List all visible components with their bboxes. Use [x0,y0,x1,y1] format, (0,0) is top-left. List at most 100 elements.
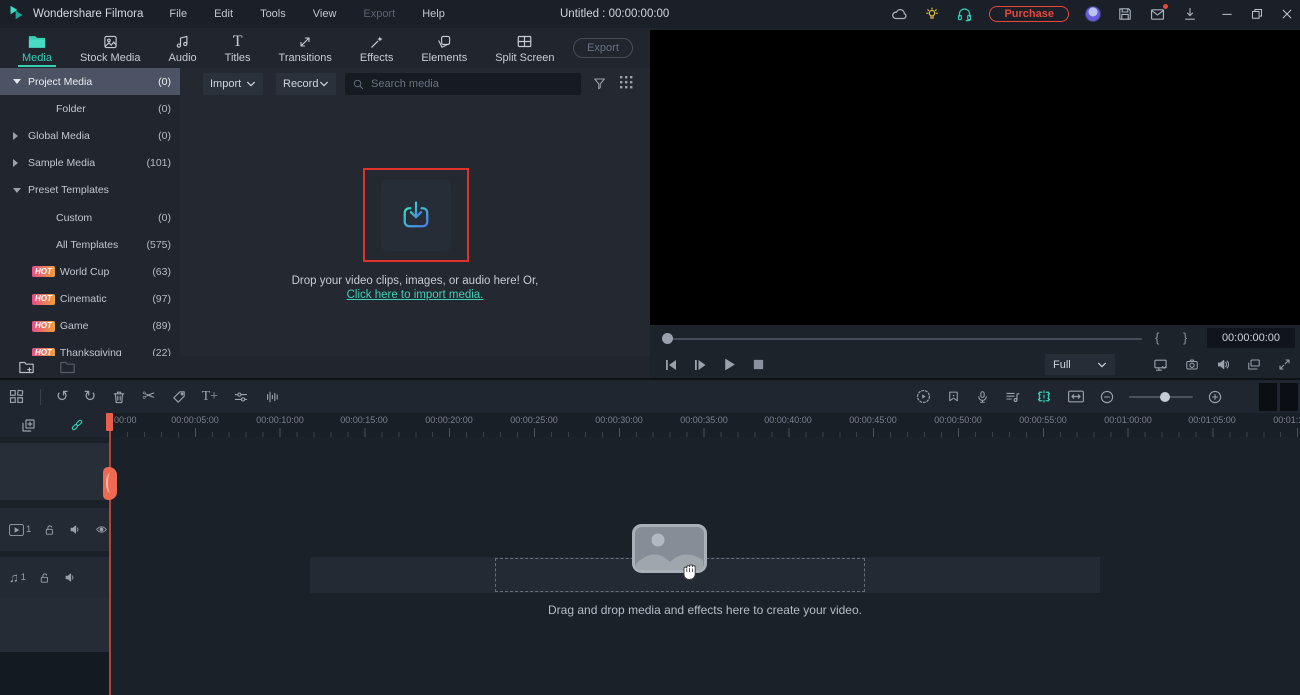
eye-icon[interactable] [94,523,109,536]
minimize-button[interactable] [1220,7,1234,21]
voiceover-mic-button[interactable] [975,389,990,405]
link-icon[interactable] [69,417,85,433]
timecode-display: 00:00:00:00 [1207,328,1295,348]
save-icon[interactable] [1117,6,1133,22]
purchase-button[interactable]: Purchase [989,6,1069,22]
timeline-minimap[interactable] [1259,383,1298,411]
zoom-slider-thumb[interactable] [1160,391,1170,402]
zoom-slider[interactable] [1129,391,1193,403]
tab-effects[interactable]: Effects [346,28,407,68]
avatar[interactable] [1085,6,1101,22]
sidebar-item-custom[interactable]: Custom (0) [0,204,180,231]
panel-layout-icon[interactable] [8,388,25,405]
tab-split-screen[interactable]: Split Screen [481,28,568,68]
tag-button[interactable] [171,389,187,405]
fullscreen-icon[interactable] [1277,357,1292,372]
tab-audio[interactable]: Audio [155,28,211,68]
caret-right-icon [13,159,18,168]
display-device-icon[interactable] [1152,357,1169,373]
adjust-button[interactable] [233,389,249,405]
quality-dropdown[interactable]: Full [1045,354,1115,375]
grid-view-icon[interactable] [620,76,634,90]
track-header-bottom [0,652,110,695]
ruler-label: 00:00:40:00 [764,415,812,425]
playhead-handle[interactable] [103,467,117,500]
sidebar-item-project-media[interactable]: Project Media (0) [0,68,180,96]
import-dropdown[interactable]: Import [203,73,263,95]
menu-help[interactable]: Help [422,8,445,20]
mute-speaker-icon[interactable] [68,523,82,536]
stop-button[interactable] [752,358,765,371]
search-input[interactable] [371,78,551,90]
record-dropdown[interactable]: Record [276,73,336,95]
sidebar-item-cinematic[interactable]: HOT Cinematic (97) [0,286,180,313]
support-headset-icon[interactable] [956,6,973,23]
add-folder-icon[interactable] [18,360,35,375]
lock-open-icon[interactable] [43,523,56,537]
timeline-ruler[interactable]: 00:00 00:00:05:00 00:00:10:00 00:00:15:0… [110,413,1300,437]
tab-titles[interactable]: T Titles [211,28,265,68]
sidebar-item-global-media[interactable]: Global Media (0) [0,122,180,149]
tab-transitions[interactable]: Transitions [265,28,346,68]
sidebar-item-game[interactable]: HOT Game (89) [0,313,180,340]
filter-icon[interactable] [592,76,607,91]
video-track-icon[interactable]: 1 [9,523,31,536]
mute-speaker-icon[interactable] [63,571,77,584]
delete-folder-icon[interactable] [59,360,76,375]
export-button[interactable]: Export [573,38,633,58]
menu-file[interactable]: File [169,8,187,20]
cloud-icon[interactable] [890,5,908,23]
split-button[interactable] [1035,388,1053,405]
tab-media[interactable]: Media [8,28,66,68]
add-text-button[interactable]: T+ [202,389,218,405]
lightbulb-icon[interactable] [924,6,940,22]
sidebar-item-folder[interactable]: Folder (0) [0,95,180,122]
seek-bar[interactable] [664,338,1142,340]
render-preview-button[interactable] [915,388,932,405]
volume-icon[interactable] [1215,357,1231,372]
mark-in-icon[interactable]: { [1155,330,1159,345]
marker-button[interactable] [946,389,961,405]
close-button[interactable] [1280,7,1294,21]
sidebar-item-preset-templates[interactable]: Preset Templates [0,177,180,204]
prev-frame-button[interactable] [664,358,678,372]
music-list-button[interactable] [1004,389,1021,405]
delete-button[interactable] [111,389,127,405]
tab-stock-media[interactable]: Stock Media [66,28,155,68]
add-track-icon[interactable] [20,417,37,434]
multi-display-icon[interactable] [1246,357,1262,372]
redo-button[interactable]: ↻ [84,389,97,404]
play-button[interactable] [722,357,737,372]
effects-wand-icon [369,33,385,50]
import-media-link[interactable]: Click here to import media. [347,289,484,301]
media-panel: Import Record Search media Drop your vid… [180,68,650,356]
undo-button[interactable]: ↺ [56,389,69,404]
search-box[interactable] [345,73,581,95]
mark-out-icon[interactable]: } [1183,330,1187,345]
import-dropzone[interactable] [363,168,469,262]
next-frame-button[interactable] [693,358,707,372]
snapshot-camera-icon[interactable] [1184,357,1200,372]
seek-thumb[interactable] [662,333,673,344]
fit-timeline-button[interactable] [1067,389,1085,404]
download-icon[interactable] [1182,6,1198,22]
menu-export[interactable]: Export [363,8,395,20]
sidebar-item-world-cup[interactable]: HOT World Cup (63) [0,258,180,285]
audio-mixer-button[interactable] [264,389,280,405]
tab-elements[interactable]: Elements [407,28,481,68]
menu-edit[interactable]: Edit [214,8,233,20]
restore-button[interactable] [1250,7,1264,21]
audio-track-icon[interactable]: ♫ 1 [9,570,26,585]
menu-view[interactable]: View [313,8,337,20]
grab-hand-cursor [678,559,700,586]
zoom-out-button[interactable] [1099,389,1115,405]
notification-dot [1163,3,1168,9]
mail-icon[interactable] [1149,3,1168,23]
lock-open-icon[interactable] [38,571,51,585]
cut-scissors-button[interactable]: ✂ [142,388,155,405]
playhead-top-marker[interactable] [106,413,113,431]
sidebar-item-sample-media[interactable]: Sample Media (101) [0,150,180,177]
sidebar-item-all-templates[interactable]: All Templates (575) [0,231,180,258]
zoom-in-button[interactable] [1207,389,1223,405]
menu-tools[interactable]: Tools [260,8,286,20]
